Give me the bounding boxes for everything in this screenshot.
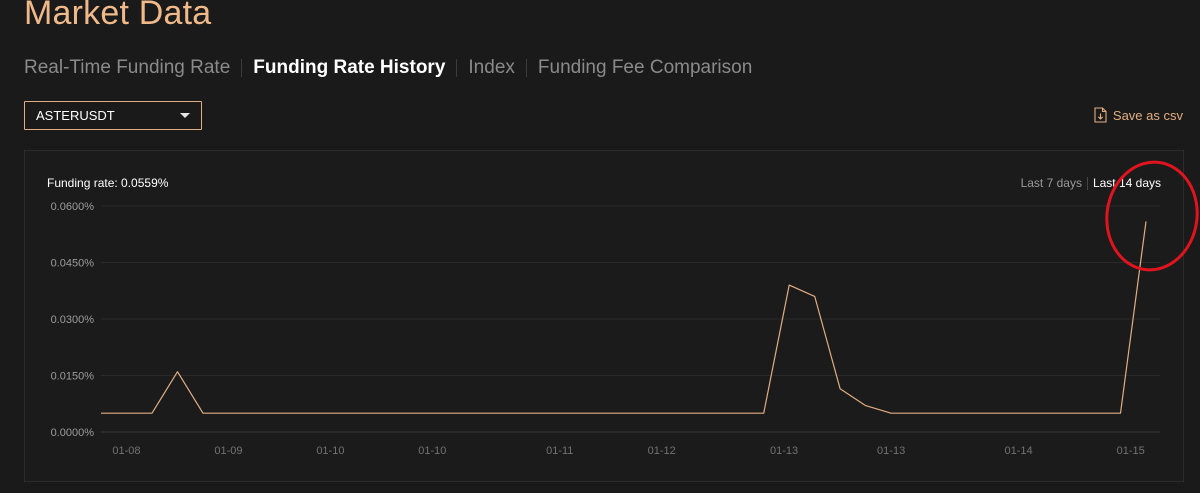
red-annotation-circle bbox=[1105, 160, 1199, 272]
x-tick-label: 01-13 bbox=[877, 445, 905, 457]
x-tick-label: 01-10 bbox=[316, 445, 344, 457]
y-tick-label: 0.0000% bbox=[51, 427, 95, 439]
y-axis: 0.0600% 0.0450% 0.0300% 0.0150% 0.0000% bbox=[51, 201, 95, 439]
y-tick-label: 0.0450% bbox=[51, 258, 95, 270]
x-tick-label: 01-14 bbox=[1004, 445, 1032, 457]
x-tick-label: 01-11 bbox=[546, 445, 573, 457]
y-tick-label: 0.0600% bbox=[51, 201, 95, 213]
x-tick-label: 01-08 bbox=[112, 445, 140, 457]
funding-rate-series-line bbox=[101, 221, 1147, 414]
x-tick-label: 01-15 bbox=[1117, 445, 1145, 457]
y-tick-label: 0.0300% bbox=[51, 314, 95, 326]
x-tick-label: 01-09 bbox=[214, 445, 242, 457]
chart-grid bbox=[101, 205, 1160, 433]
funding-rate-chart: 0.0600% 0.0450% 0.0300% 0.0150% 0.0000% 01-0… bbox=[51, 160, 1199, 457]
y-tick-label: 0.0150% bbox=[51, 371, 95, 383]
x-tick-label: 01-12 bbox=[648, 445, 676, 457]
x-axis: 01-08 01-09 01-10 01-10 01-11 01-12 01-13 01-13… bbox=[112, 445, 1144, 457]
x-tick-label: 01-10 bbox=[418, 445, 446, 457]
x-tick-label: 01-13 bbox=[770, 445, 798, 457]
